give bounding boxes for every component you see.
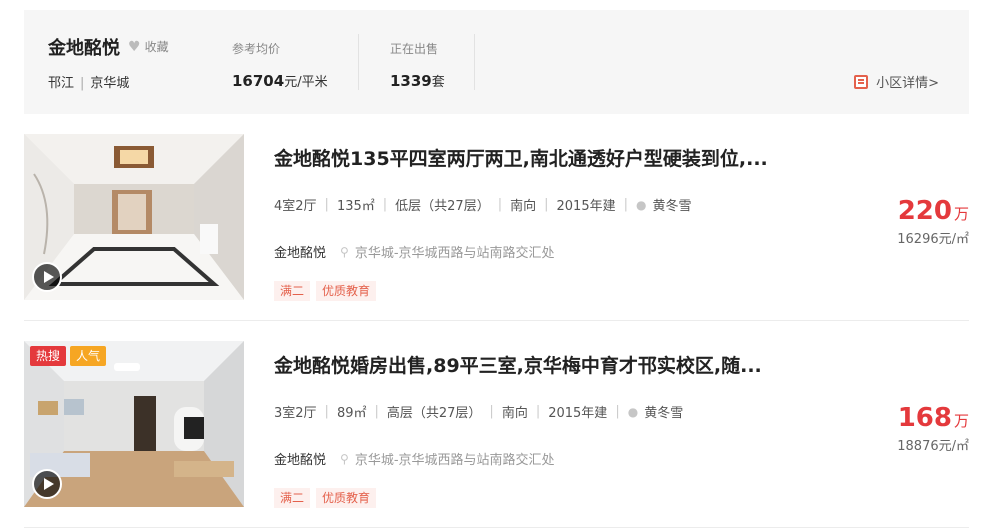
avg-price-value: 16704元/平米 [232,71,328,90]
separator: | [535,404,541,419]
user-icon: ● [635,197,647,212]
on-sale-count: 1339 [390,72,432,90]
area-link[interactable]: 京华城 [90,76,129,91]
popular-badge: 人气 [70,346,107,366]
play-video-icon[interactable] [32,469,62,499]
layout: 3室2厅 [274,406,317,421]
build-year: 2015年建 [556,199,616,214]
document-icon [854,74,869,89]
size: 135㎡ [336,199,375,214]
avg-price-stat: 参考均价 16704元/平米 [232,40,328,90]
community-detail-link[interactable]: 小区详情> [854,72,939,91]
build-year: 2015年建 [548,406,608,421]
avg-price-unit: 元/平米 [284,75,328,90]
listing-address: 金地酩悦 ⚲ 京华城-京华城西路与站南路交汇处 [274,242,555,262]
listing-card[interactable]: 金地酩悦135平四室两厅两卫,南北通透好户型硬装到位,... 4室2厅 | 13… [24,134,969,320]
community-summary: 金地酩悦 ♥ 收藏 邗江 | 京华城 参考均价 16704元/平米 正在出售 133… [24,10,969,114]
listing-tags: 满二 优质教育 [274,281,382,301]
unit-price: 16296元/㎡ [897,232,969,247]
separator: | [489,404,494,419]
community-link[interactable]: 金地酩悦 [274,449,326,468]
community-detail-label: 小区详情> [876,76,939,91]
listing-price: 220 万 16296元/㎡ [897,196,969,247]
separator: | [324,197,329,212]
floor: 低层（共27层） [395,199,490,214]
avg-price-number: 16704 [232,72,285,90]
tag: 满二 [274,281,311,301]
layout: 4室2厅 [274,199,317,214]
total-price-unit: 万 [953,205,969,223]
listing-price: 168 万 18876元/㎡ [897,403,969,454]
total-price: 220 万 [897,196,969,226]
separator: | [80,76,85,91]
listing-address: 金地酩悦 ⚲ 京华城-京华城西路与站南路交汇处 [274,449,555,469]
agent-name[interactable]: 黄冬雪 [644,402,683,421]
listing-title[interactable]: 金地酩悦135平四室两厅两卫,南北通透好户型硬装到位,... [274,144,794,171]
community-link[interactable]: 金地酩悦 [274,242,326,261]
unit-price: 18876元/㎡ [897,439,969,454]
listing-attributes: 4室2厅 | 135㎡ | 低层（共27层） | 南向 | 2015年建 | ●… [274,195,691,214]
tag: 满二 [274,488,311,508]
district-link[interactable]: 邗江 [48,76,74,91]
size: 89㎡ [336,406,367,421]
location-pin-icon: ⚲ [340,451,349,466]
divider [474,34,475,90]
location-text: 京华城-京华城西路与站南路交汇处 [354,453,555,468]
agent-name[interactable]: 黄冬雪 [652,195,691,214]
listing-divider [24,320,969,321]
floor: 高层（共27层） [386,406,482,421]
orientation: 南向 [510,199,537,214]
listing-card[interactable]: 热搜 人气 金地酩悦婚房出售,89平三室,京华梅中育才邗实校区,随... 3室2… [24,341,969,527]
user-icon: ● [627,404,639,419]
listing-divider [24,527,969,528]
location-text: 京华城-京华城西路与站南路交汇处 [354,246,555,261]
heart-icon: ♥ [128,38,141,55]
separator: | [374,404,379,419]
separator: | [324,404,329,419]
total-price-unit: 万 [953,412,969,430]
listing-photo[interactable]: 热搜 人气 [24,341,244,507]
separator: | [497,197,503,212]
avg-price-label: 参考均价 [232,42,281,56]
total-price-number: 220 [897,196,952,226]
favorite-label: 收藏 [144,40,169,54]
favorite-button[interactable]: ♥ 收藏 [128,38,169,55]
play-video-icon[interactable] [32,262,62,292]
total-price-number: 168 [897,403,952,433]
listing-photo[interactable] [24,134,244,300]
tag: 优质教育 [316,281,377,301]
hot-badge: 热搜 [30,346,67,366]
on-sale-unit: 套 [431,75,445,90]
orientation: 南向 [501,406,528,421]
community-area: 邗江 | 京华城 [48,72,129,91]
on-sale-stat: 正在出售 1339套 [390,40,445,90]
community-name[interactable]: 金地酩悦 [48,34,120,60]
separator: | [382,197,388,212]
total-price: 168 万 [897,403,969,433]
listing-badges: 热搜 人气 [30,346,110,366]
on-sale-value: 1339套 [390,71,445,90]
separator: | [544,197,549,212]
tag: 优质教育 [316,488,377,508]
listing-title[interactable]: 金地酩悦婚房出售,89平三室,京华梅中育才邗实校区,随... [274,351,794,378]
separator: | [615,404,620,419]
separator: | [623,197,628,212]
listing-attributes: 3室2厅 | 89㎡ | 高层（共27层） | 南向 | 2015年建 | ● … [274,402,683,421]
on-sale-label: 正在出售 [390,42,439,56]
divider [358,34,359,90]
location-pin-icon: ⚲ [340,244,349,259]
listing-tags: 满二 优质教育 [274,488,382,508]
